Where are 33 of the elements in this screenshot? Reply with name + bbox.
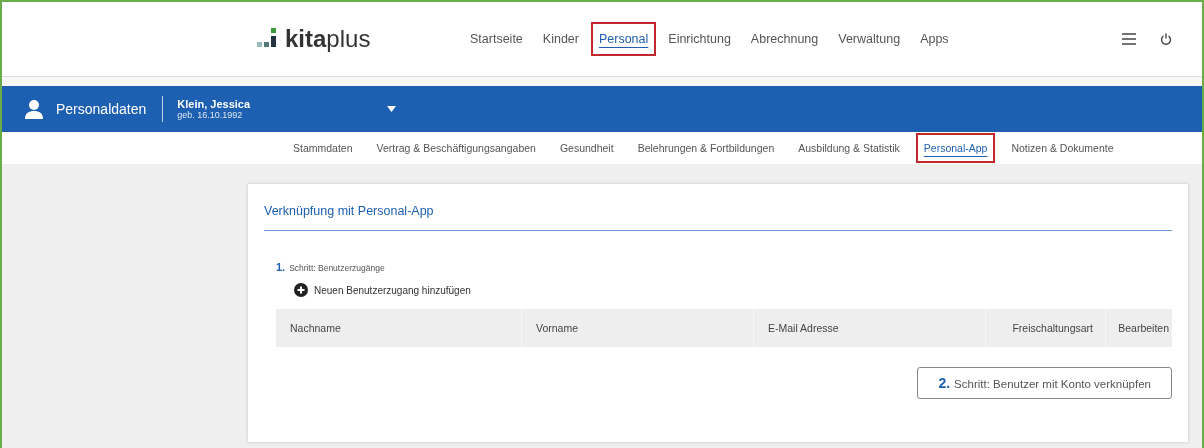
birth-date: geb. 16.10.1992 xyxy=(177,110,244,120)
nav-link[interactable]: Kinder xyxy=(534,22,587,56)
tab[interactable]: Notizen & Dokumente xyxy=(1003,133,1122,163)
nav-link[interactable]: Abrechnung xyxy=(742,22,827,56)
tab[interactable]: Vertrag & Beschäftigungsangaben xyxy=(368,133,544,163)
user-icon xyxy=(24,99,44,119)
column-header: Bearbeiten xyxy=(1105,309,1181,347)
link-account-button[interactable]: 2. Schritt: Benutzer mit Konto verknüpfen xyxy=(917,367,1172,399)
menu-icon[interactable] xyxy=(1122,33,1136,45)
column-header: Vorname xyxy=(521,309,753,347)
nav-link[interactable]: Einrichtung xyxy=(660,22,739,56)
nav-link[interactable]: Apps xyxy=(912,22,957,56)
step-label: Schritt: Benutzerzugänge xyxy=(289,263,385,273)
caret-icon[interactable] xyxy=(387,106,397,112)
tab[interactable]: Gesundheit xyxy=(551,133,622,163)
nav-link[interactable]: Startseite xyxy=(462,22,531,56)
tab[interactable]: Belehrungen & Fortbildungen xyxy=(629,133,783,163)
plus-icon xyxy=(294,283,308,297)
tab[interactable]: Personal-App xyxy=(915,133,996,163)
power-icon[interactable] xyxy=(1160,33,1172,45)
card-title: Verknüpfung mit Personal-App xyxy=(264,204,1172,231)
logo-text: kitaplus xyxy=(285,25,371,53)
tab[interactable]: Ausbildung & Statistik xyxy=(790,133,908,163)
page-title: Personaldaten xyxy=(56,101,147,117)
step-number: 1. xyxy=(276,261,286,273)
person-name: Klein, Jessica xyxy=(177,98,252,110)
nav-link[interactable]: Personal xyxy=(590,22,657,56)
column-header: Freischaltungsart xyxy=(985,309,1105,347)
nav-link[interactable]: Verwaltung xyxy=(830,22,909,56)
add-user-link[interactable]: Neuen Benutzerzugang hinzufügen xyxy=(294,283,1172,297)
column-header: Nachname xyxy=(289,321,342,336)
column-header: E-Mail Adresse xyxy=(753,309,985,347)
tab[interactable]: Stammdaten xyxy=(285,133,361,163)
